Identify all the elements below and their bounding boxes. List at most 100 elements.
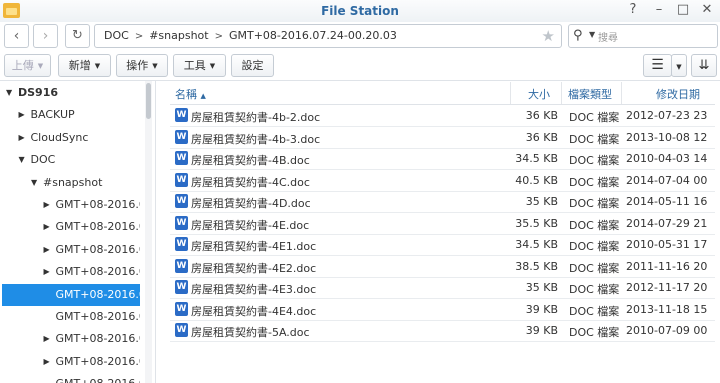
maximize-icon[interactable]: □	[675, 2, 691, 18]
file-name: 房屋租賃契約書-4E2.doc	[191, 261, 317, 275]
file-modified: 2013-11-18 15	[626, 302, 708, 316]
word-doc-icon: W	[175, 258, 188, 273]
word-doc-icon: W	[175, 194, 188, 208]
column-name[interactable]: 名稱 ▲	[175, 86, 206, 102]
expand-right-icon[interactable]: ▶	[44, 261, 50, 283]
tree-item-label: GMT+08-2016.07	[56, 373, 141, 383]
expand-right-icon[interactable]: ▶	[19, 104, 25, 126]
table-row[interactable]: W 房屋租賃契約書-4b-2.doc 36 KB DOC 檔案 2012-07-23 2…	[170, 105, 715, 127]
tree-item[interactable]: GMT+08-2016.07	[2, 306, 141, 328]
table-row[interactable]: W 房屋租賃契約書-4E3.doc 35 KB DOC 檔案 2012-11-17 20	[170, 277, 715, 299]
tree-item[interactable]: ▶ GMT+08-2016.07	[2, 239, 141, 261]
file-type: DOC 檔案	[569, 132, 620, 146]
close-icon[interactable]: ✕	[699, 2, 715, 18]
file-size: 36 KB	[525, 130, 558, 144]
table-row[interactable]: W 房屋租賃契約書-4D.doc 35 KB DOC 檔案 2014-05-11 16	[170, 191, 715, 213]
upload-button[interactable]: 上傳 ▼	[4, 54, 51, 77]
create-button[interactable]: 新增 ▼	[58, 54, 111, 77]
action-button[interactable]: 操作 ▼	[116, 54, 168, 77]
file-type: DOC 檔案	[569, 218, 620, 232]
table-row[interactable]: W 房屋租賃契約書-4b-3.doc 36 KB DOC 檔案 2013-10-08 1…	[170, 127, 715, 149]
chevron-down-icon: ▼	[209, 62, 216, 70]
chevron-down-icon[interactable]: ▼	[589, 30, 595, 39]
column-type[interactable]: 檔案類型	[568, 86, 612, 102]
help-icon[interactable]: ?	[625, 2, 641, 18]
pane-divider[interactable]	[155, 81, 156, 383]
file-name: 房屋租賃契約書-4E.doc	[191, 218, 310, 232]
expand-right-icon[interactable]: ▶	[44, 216, 50, 238]
tree-item[interactable]: ▶ GMT+08-2016.07	[2, 194, 141, 216]
file-size: 39 KB	[525, 302, 558, 316]
breadcrumb-item[interactable]: DOC	[104, 29, 129, 42]
expand-right-icon[interactable]: ▶	[44, 239, 50, 261]
tree-item[interactable]: ▶ BACKUP	[2, 104, 140, 126]
search-placeholder: 搜尋	[598, 33, 618, 44]
tree-item-label: GMT+08-2016.07	[55, 265, 141, 279]
settings-button[interactable]: 設定	[231, 54, 274, 77]
chevron-right-icon: >	[214, 31, 223, 42]
tree-item[interactable]: ▼ DS916	[2, 82, 140, 104]
table-row[interactable]: W 房屋租賃契約書-4B.doc 34.5 KB DOC 檔案 2010-04-03 1…	[170, 148, 715, 170]
tree-item[interactable]: ▶ GMT+08-2016.07	[2, 328, 141, 350]
list-view-button[interactable]: ☰	[643, 54, 672, 77]
file-name: 房屋租賃契約書-4C.doc	[191, 175, 310, 189]
expand-down-icon[interactable]: ▼	[31, 172, 37, 194]
list-view-icon: ☰	[651, 57, 664, 73]
minimize-icon[interactable]: –	[651, 2, 667, 18]
table-row[interactable]: W 房屋租賃契約書-4E4.doc 39 KB DOC 檔案 2013-11-18 15	[170, 299, 715, 321]
tree-item-label: GMT+08-2016.07	[55, 220, 141, 234]
path-bar[interactable]: DOC > #snapshot > GMT+08-2016.07.24-00.20.03…	[94, 24, 562, 48]
tree-scrollbar[interactable]	[145, 81, 152, 383]
tree-item[interactable]: ▶ GMT+08-2016.07	[2, 216, 141, 238]
word-doc-icon: W	[175, 237, 188, 251]
expand-down-icon[interactable]: ▼	[19, 149, 25, 171]
back-button[interactable]: ‹	[4, 24, 29, 48]
column-name-label: 名稱	[175, 88, 197, 101]
column-modified[interactable]: 修改日期	[656, 86, 700, 102]
column-divider[interactable]	[621, 82, 622, 104]
forward-button[interactable]: ›	[33, 24, 58, 48]
file-list-header: 名稱 ▲ 大小 檔案類型 修改日期	[170, 82, 715, 105]
column-divider[interactable]	[561, 82, 562, 104]
table-row[interactable]: W 房屋租賃契約書-4E.doc 35.5 KB DOC 檔案 2014-07-29 2…	[170, 213, 715, 235]
expand-down-icon[interactable]: ▼	[6, 82, 12, 104]
file-size: 34.5 KB	[515, 152, 558, 165]
breadcrumb-item[interactable]: GMT+08-2016.07.24-00.20.03	[229, 29, 397, 42]
scrollbar-thumb[interactable]	[146, 83, 151, 119]
tree-item[interactable]: ▶ GMT+08-2016.07	[2, 351, 141, 373]
file-type: DOC 檔案	[569, 111, 620, 124]
search-input[interactable]: ⚲ ▼ 搜尋	[568, 24, 718, 48]
sort-button[interactable]: ⇊	[691, 54, 717, 77]
tools-button[interactable]: 工具 ▼	[173, 54, 226, 77]
file-name: 房屋租賃契約書-4b-3.doc	[191, 132, 321, 146]
expand-right-icon[interactable]: ▶	[44, 328, 50, 350]
tree-item[interactable]: ▶ CloudSync	[2, 127, 140, 149]
chevron-down-icon: ▼	[152, 62, 158, 70]
expand-right-icon[interactable]: ▶	[44, 351, 50, 373]
file-modified: 2013-10-08 12	[626, 130, 708, 144]
breadcrumb-item[interactable]: #snapshot	[149, 29, 208, 42]
refresh-button[interactable]: ↻	[65, 24, 90, 48]
tree-item[interactable]: GMT+08-2016.07	[2, 373, 141, 383]
tree-item[interactable]: ▼ #snapshot	[2, 172, 140, 194]
expand-right-icon[interactable]: ▶	[19, 127, 25, 149]
file-modified: 2014-07-04 00	[626, 173, 708, 187]
column-size[interactable]: 大小	[528, 86, 550, 102]
view-menu-button[interactable]: ▼	[671, 54, 687, 77]
table-row[interactable]: W 房屋租賃契約書-5A.doc 39 KB DOC 檔案 2010-07-09 00	[170, 320, 715, 342]
tree-item[interactable]: ▼ DOC	[2, 149, 140, 171]
tree-item[interactable]: ▶ GMT+08-2016.07	[2, 261, 141, 283]
table-row[interactable]: W 房屋租賃契約書-4E2.doc 38.5 KB DOC 檔案 2011-11-16 …	[170, 256, 715, 278]
column-divider[interactable]	[510, 82, 511, 104]
sort-icon: ⇊	[698, 58, 710, 73]
table-row[interactable]: W 房屋租賃契約書-4E1.doc 34.5 KB DOC 檔案 2010-05-31 …	[170, 234, 715, 256]
star-icon[interactable]: ★	[542, 27, 555, 45]
file-name: 房屋租賃契約書-4b-2.doc	[191, 111, 321, 124]
table-row[interactable]: W 房屋租賃契約書-4C.doc 40.5 KB DOC 檔案 2014-07-04 0…	[170, 170, 715, 192]
file-type: DOC 檔案	[569, 197, 620, 210]
expand-right-icon[interactable]: ▶	[44, 194, 50, 216]
window-title: File Station	[321, 4, 399, 18]
word-doc-icon: W	[175, 108, 188, 122]
file-name: 房屋租賃契約書-4B.doc	[191, 154, 310, 167]
tree-item[interactable]: GMT+08-2016.07	[2, 283, 140, 306]
